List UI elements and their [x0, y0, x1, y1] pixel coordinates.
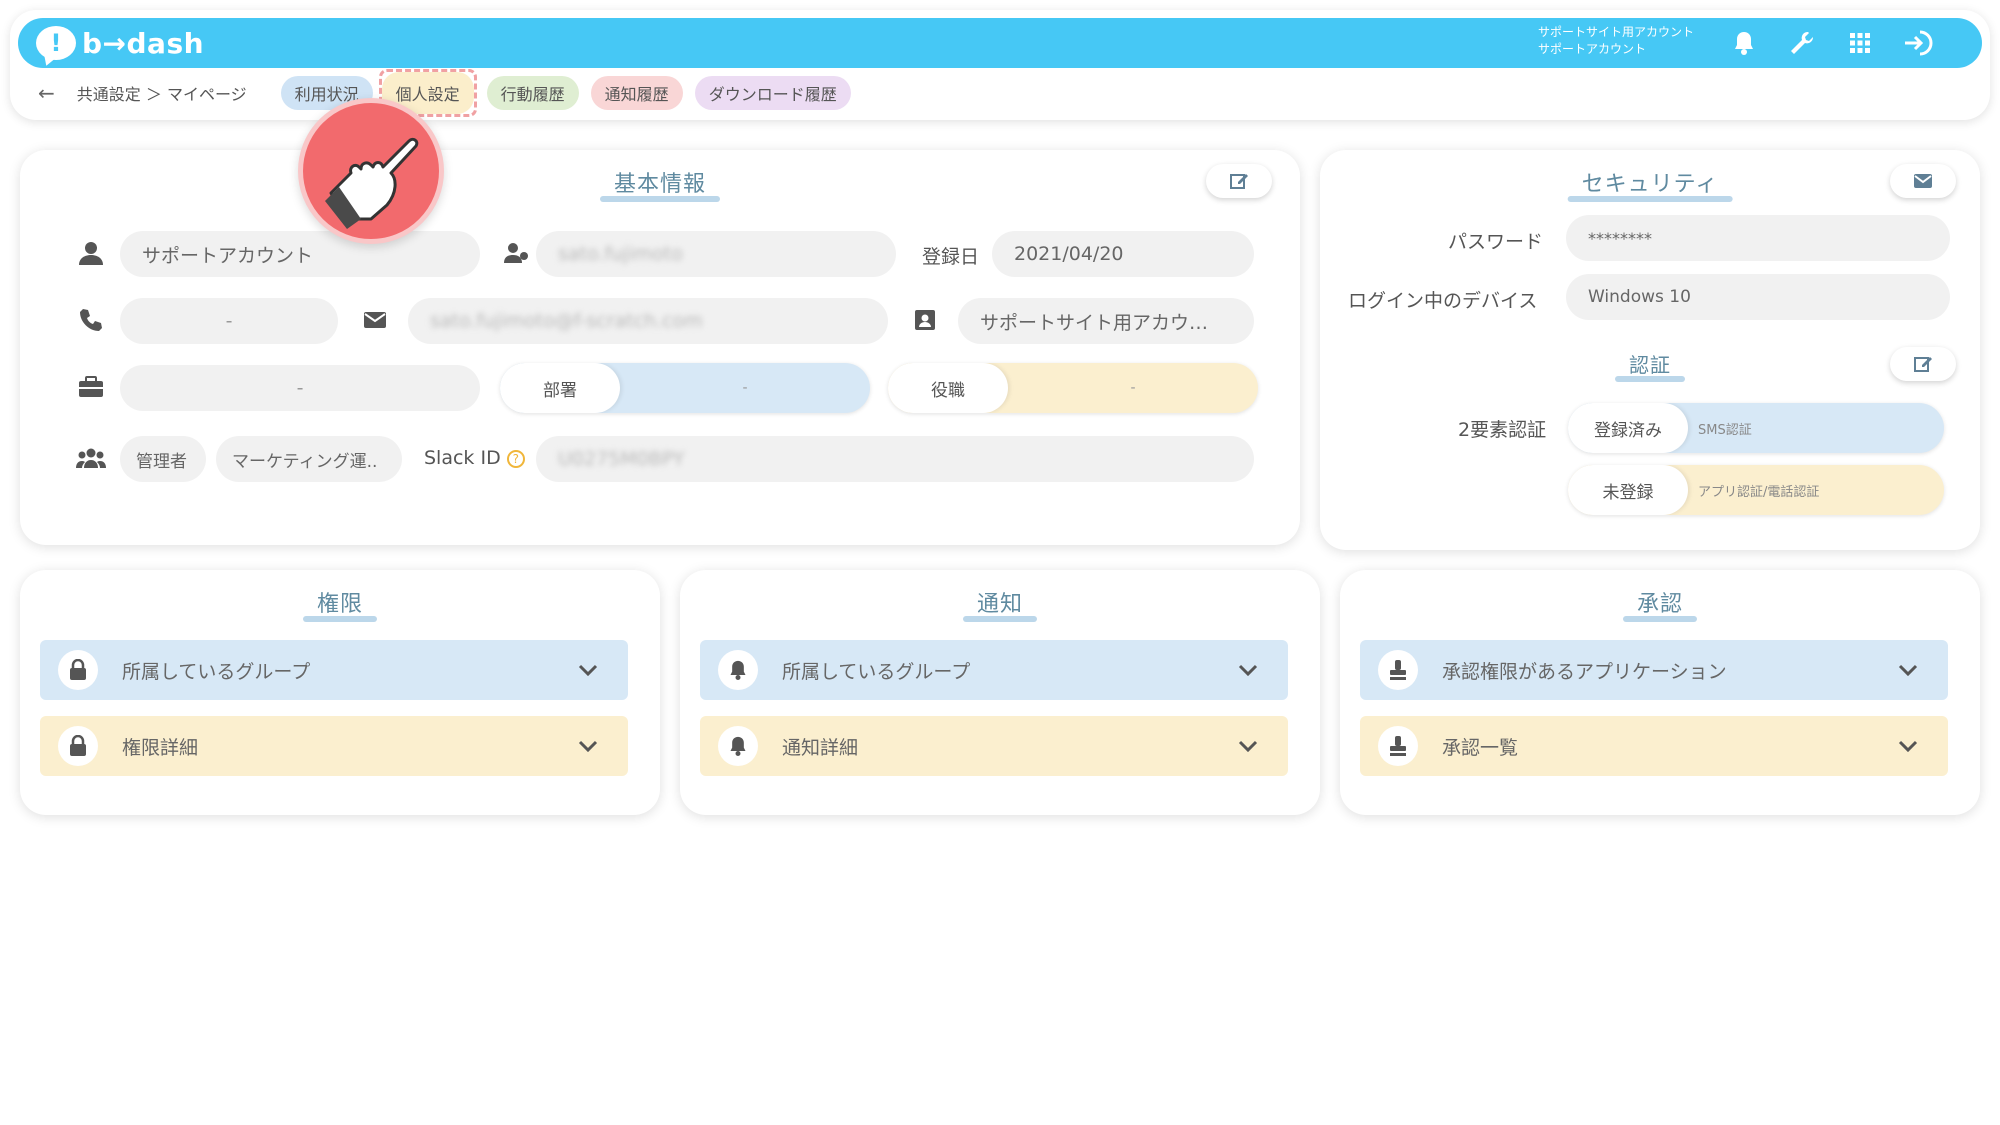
person-icon [76, 238, 106, 268]
account-name: サポートアカウント [1538, 42, 1647, 56]
security-card: セキュリティ パスワード ******** ログイン中のデバイス Windows… [1320, 150, 1980, 550]
approval-list-accordion[interactable]: 承認一覧 [1360, 716, 1948, 776]
sms-auth-label: SMS認証 [1698, 422, 1752, 438]
account-info: サポートサイト用アカウント サポートアカウント [1538, 24, 1694, 58]
bell-icon [718, 726, 758, 766]
phone-field: - [120, 298, 338, 344]
edit-basic-info-button[interactable] [1206, 164, 1272, 198]
lock-icon [58, 726, 98, 766]
department-field: 部署 - [500, 363, 870, 413]
approval-title: 承認 [1637, 586, 1683, 622]
chevron-down-icon [1228, 664, 1268, 676]
chevron-down-icon [1228, 740, 1268, 752]
password-label: パスワード [1448, 231, 1544, 253]
slack-id-label: Slack ID ? [424, 447, 525, 469]
position-field: 役職 - [888, 363, 1258, 413]
permissions-groups-label: 所属しているグループ [122, 660, 311, 683]
slack-id-value: U0275M0BPY [558, 448, 685, 470]
back-arrow-icon[interactable]: ← [38, 81, 55, 105]
chevron-down-icon [568, 740, 608, 752]
chevron-down-icon [1888, 740, 1928, 752]
permissions-groups-accordion[interactable]: 所属しているグループ [40, 640, 628, 700]
mail-icon [360, 305, 390, 335]
grid-icon[interactable] [1844, 27, 1876, 59]
tab-download-history[interactable]: ダウンロード履歴 [694, 76, 851, 110]
wrench-icon[interactable] [1786, 27, 1818, 59]
slack-id-label-text: Slack ID [424, 447, 501, 469]
account-type: サポートサイト用アカウント [1538, 25, 1695, 39]
notifications-detail-label: 通知詳細 [782, 736, 859, 759]
notifications-groups-label: 所属しているグループ [782, 660, 971, 683]
basic-info-title: 基本情報 [614, 166, 706, 202]
mail-icon [1914, 174, 1932, 188]
approval-list-label: 承認一覧 [1442, 736, 1519, 759]
company-field: - [120, 365, 480, 411]
bell-icon [718, 650, 758, 690]
logout-icon[interactable] [1902, 27, 1934, 59]
two-factor-label: 2要素認証 [1458, 419, 1547, 441]
help-icon[interactable]: ? [506, 449, 525, 468]
chevron-down-icon [1888, 664, 1928, 676]
permissions-title: 権限 [317, 586, 363, 622]
security-mail-button[interactable] [1890, 164, 1956, 198]
user-id-icon [502, 238, 532, 268]
group-icon [76, 443, 106, 473]
app-auth-status: 未登録 アプリ認証/電話認証 [1568, 465, 1944, 515]
stamp-icon [1378, 726, 1418, 766]
approval-apps-accordion[interactable]: 承認権限があるアプリケーション [1360, 640, 1948, 700]
phone-icon [76, 305, 106, 335]
email-field: sato.fujimoto@f-scratch.com [408, 298, 888, 344]
top-bar: ! b→dash サポートサイト用アカウント サポートアカウント [18, 18, 1982, 68]
notifications-detail-accordion[interactable]: 通知詳細 [700, 716, 1288, 776]
role-chip: 管理者 [120, 436, 206, 482]
login-id-field: sato.fujimoto [536, 231, 896, 277]
email-value: sato.fujimoto@f-scratch.com [430, 310, 703, 332]
security-title: セキュリティ [1582, 166, 1719, 202]
notifications-card: 通知 所属しているグループ 通知詳細 [680, 570, 1320, 815]
app-auth-label: アプリ認証/電話認証 [1698, 484, 1820, 500]
tab-notification-history[interactable]: 通知履歴 [590, 76, 683, 110]
permissions-detail-accordion[interactable]: 権限詳細 [40, 716, 628, 776]
approval-apps-label: 承認権限があるアプリケーション [1442, 660, 1727, 683]
contact-card-icon [910, 305, 940, 335]
department-label: 部署 [500, 363, 620, 413]
permissions-card: 権限 所属しているグループ 権限詳細 [20, 570, 660, 815]
briefcase-icon [76, 372, 106, 402]
approval-card: 承認 承認権限があるアプリケーション 承認一覧 [1340, 570, 1980, 815]
pointing-hand-icon [298, 98, 444, 244]
lock-icon [58, 650, 98, 690]
logo[interactable]: ! b→dash [36, 24, 204, 62]
account-type-field: サポートサイト用アカウ… [958, 298, 1254, 344]
position-value: - [1130, 380, 1136, 396]
chevron-down-icon [568, 664, 608, 676]
department-value: - [742, 380, 748, 396]
auth-title: 認証 [1629, 349, 1671, 382]
notifications-title: 通知 [977, 586, 1023, 622]
login-id-value: sato.fujimoto [558, 243, 683, 265]
sub-navigation: ← 共通設定 ＞ マイページ 利用状況 個人設定 行動履歴 通知履歴 ダウンロー… [30, 69, 863, 117]
registration-date-label: 登録日 [922, 246, 980, 268]
logo-text: b→dash [82, 26, 205, 60]
notifications-groups-accordion[interactable]: 所属しているグループ [700, 640, 1288, 700]
logo-icon: ! [36, 26, 76, 60]
team-chip: マーケティング運.. [216, 436, 402, 482]
device-label: ログイン中のデバイス [1348, 290, 1538, 312]
edit-icon [1230, 174, 1248, 189]
app-status-label: 未登録 [1568, 465, 1688, 515]
slack-id-field: U0275M0BPY [536, 436, 1254, 482]
edit-icon [1914, 357, 1932, 372]
device-field: Windows 10 [1566, 274, 1950, 320]
registration-date-field: 2021/04/20 [992, 231, 1254, 277]
basic-info-card: 基本情報 サポートアカウント sato.fujimoto 登録日 2021/04… [20, 150, 1300, 545]
permissions-detail-label: 権限詳細 [122, 736, 199, 759]
stamp-icon [1378, 650, 1418, 690]
edit-auth-button[interactable] [1890, 347, 1956, 381]
tab-action-history[interactable]: 行動履歴 [486, 76, 579, 110]
bell-icon[interactable] [1728, 27, 1760, 59]
breadcrumb: 共通設定 ＞ マイページ [76, 85, 247, 104]
password-field: ******** [1566, 215, 1950, 261]
position-label: 役職 [888, 363, 1008, 413]
sms-auth-status: 登録済み SMS認証 [1568, 403, 1944, 453]
sms-status-label: 登録済み [1568, 403, 1688, 453]
